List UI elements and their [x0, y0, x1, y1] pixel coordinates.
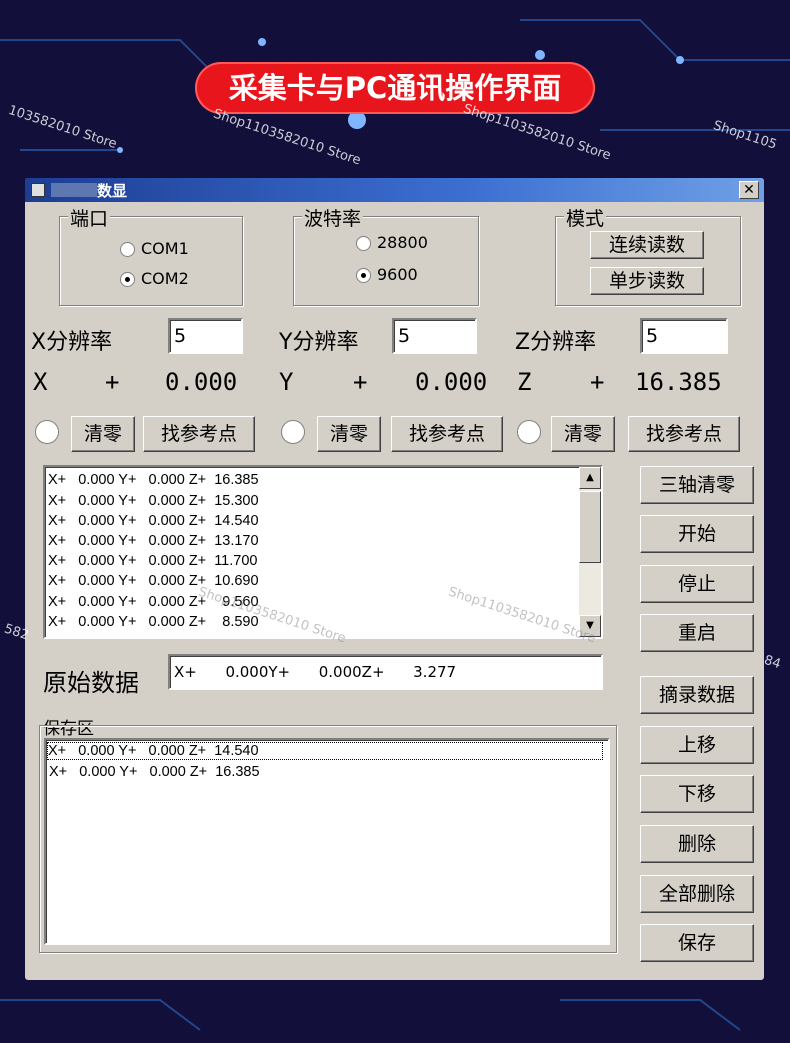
- z-find-ref-button[interactable]: 找参考点: [628, 416, 740, 452]
- window-icon: [31, 183, 45, 197]
- list-item[interactable]: X+ 0.000 Y+ 0.000 Z+ 16.385: [49, 764, 260, 780]
- radio-com2-label: COM2: [141, 269, 189, 288]
- stop-button[interactable]: 停止: [640, 565, 754, 603]
- port-group: 端口 COM1 COM2: [59, 204, 243, 306]
- delete-button[interactable]: 删除: [640, 825, 754, 863]
- z-resolution-label: Z分辨率: [515, 330, 597, 355]
- capture-data-button[interactable]: 摘录数据: [640, 676, 754, 714]
- save-area-group: X+ 0.000 Y+ 0.000 Z+ 14.540 X+ 0.000 Y+ …: [39, 725, 617, 953]
- radio-9600-circle[interactable]: [356, 268, 371, 283]
- radio-9600[interactable]: 9600: [356, 265, 418, 284]
- list-item[interactable]: X+ 0.000 Y+ 0.000 Z+ 13.170: [48, 533, 259, 549]
- x-sign: +: [105, 368, 120, 396]
- listbox-scrollbar[interactable]: ▲ ▼: [579, 467, 601, 637]
- list-item[interactable]: X+ 0.000 Y+ 0.000 Z+ 15.300: [48, 493, 259, 509]
- y-clear-button[interactable]: 清零: [317, 416, 381, 452]
- x-axis-label: X: [33, 368, 48, 396]
- list-item[interactable]: X+ 0.000 Y+ 0.000 Z+ 8.590: [48, 614, 259, 630]
- x-axis-indicator[interactable]: [35, 420, 59, 444]
- radio-28800[interactable]: 28800: [356, 233, 428, 252]
- z-resolution-input[interactable]: 5: [640, 318, 728, 354]
- title-redacted: [51, 183, 97, 197]
- single-step-read-button[interactable]: 单步读数: [590, 267, 704, 295]
- mode-group-label: 模式: [564, 204, 607, 231]
- z-axis-indicator[interactable]: [517, 420, 541, 444]
- zero-all-axes-button[interactable]: 三轴清零: [640, 466, 754, 504]
- y-axis-label: Y: [279, 368, 294, 396]
- y-axis-indicator[interactable]: [281, 420, 305, 444]
- move-down-button[interactable]: 下移: [640, 775, 754, 813]
- radio-9600-label: 9600: [377, 265, 418, 284]
- radio-28800-circle[interactable]: [356, 236, 371, 251]
- save-button[interactable]: 保存: [640, 924, 754, 962]
- z-clear-button[interactable]: 清零: [551, 416, 615, 452]
- port-group-label: 端口: [68, 204, 111, 231]
- scroll-thumb[interactable]: [579, 491, 601, 563]
- scroll-up-icon[interactable]: ▲: [579, 467, 601, 489]
- raw-data-label: 原始数据: [43, 669, 139, 697]
- baud-group: 波特率 28800 9600: [293, 204, 479, 306]
- continuous-read-button[interactable]: 连续读数: [590, 231, 704, 259]
- save-listbox[interactable]: X+ 0.000 Y+ 0.000 Z+ 14.540 X+ 0.000 Y+ …: [44, 738, 610, 945]
- raw-data-field[interactable]: X+ 0.000Y+ 0.000Z+ 3.277: [168, 654, 603, 690]
- window-title: 数显: [97, 182, 128, 200]
- list-item[interactable]: X+ 0.000 Y+ 0.000 Z+ 11.700: [48, 553, 257, 569]
- y-value: 0.000: [415, 368, 488, 396]
- radio-com2-circle[interactable]: [120, 272, 135, 287]
- x-resolution-label: X分辨率: [31, 330, 113, 355]
- radio-28800-label: 28800: [377, 233, 428, 252]
- z-value: 16.385: [635, 368, 722, 396]
- list-item[interactable]: X+ 0.000 Y+ 0.000 Z+ 16.385: [48, 472, 259, 488]
- radio-com1-circle[interactable]: [120, 242, 135, 257]
- start-button[interactable]: 开始: [640, 515, 754, 553]
- z-axis-label: Z: [517, 368, 532, 396]
- list-item[interactable]: X+ 0.000 Y+ 0.000 Z+ 10.690: [48, 573, 259, 589]
- x-resolution-input[interactable]: 5: [168, 318, 243, 354]
- y-resolution-label: Y分辨率: [279, 330, 359, 355]
- move-up-button[interactable]: 上移: [640, 726, 754, 764]
- delete-all-button[interactable]: 全部删除: [640, 875, 754, 913]
- app-window: 数显 ✕ 端口 COM1 COM2 波特率 28800 9600 模式 连续读数…: [25, 178, 764, 980]
- radio-com2[interactable]: COM2: [120, 269, 189, 288]
- radio-com1[interactable]: COM1: [120, 239, 189, 258]
- x-find-ref-button[interactable]: 找参考点: [143, 416, 255, 452]
- x-value: 0.000: [165, 368, 238, 396]
- baud-group-label: 波特率: [302, 204, 364, 231]
- title-bar[interactable]: 数显 ✕: [25, 178, 764, 202]
- list-item[interactable]: X+ 0.000 Y+ 0.000 Z+ 14.540: [48, 513, 259, 529]
- close-button[interactable]: ✕: [739, 181, 759, 199]
- z-sign: +: [590, 368, 605, 396]
- mode-group: 模式 连续读数 单步读数: [555, 204, 741, 306]
- restart-button[interactable]: 重启: [640, 614, 754, 652]
- x-clear-button[interactable]: 清零: [71, 416, 135, 452]
- y-find-ref-button[interactable]: 找参考点: [391, 416, 503, 452]
- list-item-selected[interactable]: X+ 0.000 Y+ 0.000 Z+ 14.540: [47, 742, 603, 760]
- y-resolution-input[interactable]: 5: [392, 318, 477, 354]
- y-sign: +: [353, 368, 368, 396]
- banner-title: 采集卡与PC通讯操作界面: [195, 62, 595, 114]
- radio-com1-label: COM1: [141, 239, 189, 258]
